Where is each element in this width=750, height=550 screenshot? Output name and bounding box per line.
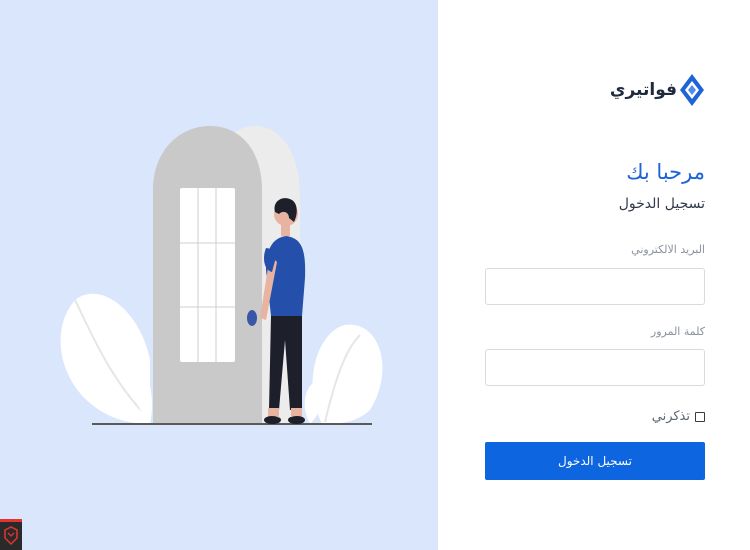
door-window xyxy=(180,188,235,362)
password-label: كلمة المرور xyxy=(650,325,705,338)
door-illustration xyxy=(60,126,383,425)
welcome-heading: مرحبا بك xyxy=(626,160,705,184)
login-subtitle: تسجيل الدخول xyxy=(618,196,705,212)
remember-me[interactable]: تذكرني xyxy=(652,409,705,424)
login-button[interactable]: تسجيل الدخول xyxy=(485,442,705,480)
email-label: البريد الالكتروني xyxy=(631,243,705,256)
left-plant xyxy=(60,293,152,424)
right-plant xyxy=(304,324,383,424)
framework-badge-icon xyxy=(0,519,22,550)
brand-name: فواتيري xyxy=(609,80,677,100)
remember-checkbox[interactable] xyxy=(695,411,705,422)
remember-label: تذكرني xyxy=(651,409,690,424)
door-knob xyxy=(247,310,257,326)
login-panel: فواتيري مرحبا بك تسجيل الدخول البريد الا… xyxy=(438,0,750,550)
diamond-logo-icon xyxy=(680,74,704,106)
password-input[interactable] xyxy=(485,349,705,386)
email-input[interactable] xyxy=(485,268,705,305)
login-page: فواتيري مرحبا بك تسجيل الدخول البريد الا… xyxy=(0,0,750,550)
illustration-panel xyxy=(0,0,438,550)
brand-logo: فواتيري xyxy=(610,73,705,107)
